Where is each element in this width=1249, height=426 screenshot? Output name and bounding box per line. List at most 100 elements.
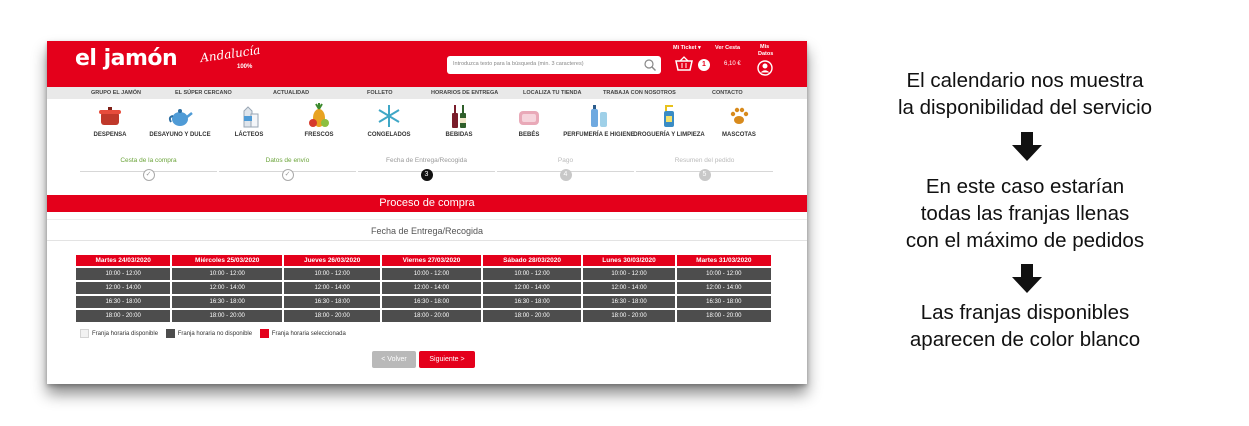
annotation-calendar: El calendario nos muestra la disponibili… <box>830 67 1220 121</box>
search-input[interactable]: Introduzca texto para la búsqueda (min. … <box>447 56 661 74</box>
legend-swatch <box>165 329 175 338</box>
bottles-icon <box>452 105 466 128</box>
time-slot-unavailable: 12:00 - 14:00 <box>676 282 771 294</box>
annotation-available-white: Las franjas disponibles aparecen de colo… <box>830 299 1220 353</box>
day-header: Sábado 28/03/2020 <box>482 255 582 266</box>
perfume-icon <box>591 105 607 127</box>
slot-row: 18:00 - 20:00 18:00 - 20:00 18:00 - 20:00 1… <box>76 310 771 322</box>
time-slot-unavailable: 16:30 - 18:00 <box>676 296 771 308</box>
process-title-bar: Proceso de compra <box>47 195 807 212</box>
nav-item-folleto[interactable]: FOLLETO <box>367 90 393 96</box>
step-pago: Pago 4 <box>497 157 634 181</box>
nav-item-grupo[interactable]: GRUPO EL JAMÓN <box>91 90 141 96</box>
slot-row: 10:00 - 12:00 10:00 - 12:00 10:00 - 12:00 1… <box>76 268 771 280</box>
user-icon[interactable] <box>757 60 773 76</box>
step-label: Pago <box>557 157 574 164</box>
milk-icon <box>243 106 259 128</box>
step-datos-envio[interactable]: Datos de envío ✓ <box>219 157 356 181</box>
paw-icon <box>730 107 749 124</box>
delivery-slot-calendar: Martes 24/03/2020 Miércoles 25/03/2020 Jue… <box>74 253 773 324</box>
step-number: 3 <box>420 169 433 181</box>
nav-item-actualidad[interactable]: ACTUALIDAD <box>273 90 309 96</box>
time-slot-unavailable: 18:00 - 20:00 <box>172 310 283 322</box>
nav-item-super-cercano[interactable]: EL SÚPER CERCANO <box>175 90 232 96</box>
teapot-icon <box>168 109 193 126</box>
day-header: Viernes 27/03/2020 <box>382 255 481 266</box>
annotation-line: En este caso estarían <box>925 175 1125 198</box>
category-label: MASCOTAS <box>722 132 756 138</box>
time-slot-unavailable: 18:00 - 20:00 <box>76 310 171 322</box>
time-slot-unavailable: 10:00 - 12:00 <box>172 268 283 280</box>
nav-item-localiza[interactable]: LOCALIZA TU TIENDA <box>523 90 581 96</box>
slot-row: 16:30 - 18:00 16:30 - 18:00 16:30 - 18:00 1… <box>76 296 771 308</box>
day-header: Jueves 26/03/2020 <box>284 255 381 266</box>
cleaning-icon <box>664 105 674 127</box>
time-slot-unavailable: 12:00 - 14:00 <box>284 282 381 294</box>
legend-swatch <box>259 329 269 338</box>
my-data-link-line2[interactable]: Datos <box>758 51 773 57</box>
annotation-line: aparecen de color blanco <box>909 328 1141 351</box>
time-slot-unavailable: 10:00 - 12:00 <box>382 268 481 280</box>
step-label: Cesta de la compra <box>120 157 177 164</box>
legend-label: Franja horaria seleccionada <box>271 331 346 338</box>
nav-item-horarios[interactable]: HORARIOS DE ENTREGA <box>431 90 498 96</box>
step-fecha-entrega: Fecha de Entrega/Recogida 3 <box>358 157 495 181</box>
top-navigation: GRUPO EL JAMÓN EL SÚPER CERCANO ACTUALID… <box>47 87 807 99</box>
cart-count-badge: 1 <box>698 59 710 71</box>
checkout-steps: Cesta de la compra ✓ Datos de envío ✓ Fe… <box>47 157 807 187</box>
slot-row: 12:00 - 14:00 12:00 - 14:00 12:00 - 14:00 1… <box>76 282 771 294</box>
logo-region: Andalucía <box>199 42 262 66</box>
fruit-icon <box>309 103 329 127</box>
search-icon[interactable] <box>643 58 657 72</box>
time-slot-unavailable: 10:00 - 12:00 <box>76 268 171 280</box>
snowflake-icon <box>378 105 400 127</box>
baby-icon <box>519 111 539 125</box>
legend-item-available: Franja horaria disponible <box>80 329 158 338</box>
day-header: Miércoles 25/03/2020 <box>172 255 283 266</box>
annotation-line: la disponibilidad del servicio <box>897 96 1153 119</box>
time-slot-unavailable: 12:00 - 14:00 <box>583 282 675 294</box>
time-slot-unavailable: 12:00 - 14:00 <box>76 282 171 294</box>
search-placeholder: Introduzca texto para la búsqueda (min. … <box>453 61 584 67</box>
step-number: 4 <box>559 169 572 181</box>
basket-icon[interactable] <box>675 56 693 72</box>
annotation-line: Las franjas disponibles <box>920 301 1130 324</box>
time-slot-unavailable: 16:30 - 18:00 <box>482 296 582 308</box>
time-slot-unavailable: 18:00 - 20:00 <box>583 310 675 322</box>
time-slot-unavailable: 12:00 - 14:00 <box>382 282 481 294</box>
time-slot-unavailable: 12:00 - 14:00 <box>482 282 582 294</box>
arrow-down-icon <box>1012 132 1042 161</box>
check-icon: ✓ <box>142 169 155 181</box>
step-label: Fecha de Entrega/Recogida <box>386 157 467 164</box>
day-header: Martes 31/03/2020 <box>676 255 771 266</box>
time-slot-unavailable: 16:30 - 18:00 <box>76 296 171 308</box>
time-slot-unavailable: 10:00 - 12:00 <box>482 268 582 280</box>
category-mascotas[interactable]: MASCOTAS <box>694 103 784 139</box>
arrow-down-icon <box>1012 264 1042 293</box>
annotation-line: con el máximo de pedidos <box>905 229 1145 252</box>
annotation-full-slots: En este caso estarían todas las franjas … <box>830 173 1220 254</box>
time-slot-unavailable: 18:00 - 20:00 <box>676 310 771 322</box>
view-cart-link[interactable]: Ver Cesta <box>715 45 740 51</box>
legend-item-unavailable: Franja horaria no disponible <box>165 329 252 338</box>
category-bar: DESPENSA DESAYUNO Y DULCE LÁCTEOS FRESCO… <box>47 103 807 153</box>
step-number: 5 <box>698 169 711 181</box>
my-ticket-link[interactable]: Mi Ticket ▾ <box>673 45 701 51</box>
site-logo[interactable]: el jamón <box>75 46 178 71</box>
section-title: Fecha de Entrega/Recogida <box>47 219 807 241</box>
my-data-link-line1[interactable]: Mis <box>760 44 769 50</box>
cart-total: 6,10 € <box>724 61 741 67</box>
step-cesta[interactable]: Cesta de la compra ✓ <box>80 157 217 181</box>
time-slot-unavailable: 16:30 - 18:00 <box>583 296 675 308</box>
back-button[interactable]: < Volver <box>372 351 416 368</box>
nav-item-trabaja[interactable]: TRABAJA CON NOSOTROS <box>603 90 676 96</box>
time-slot-unavailable: 10:00 - 12:00 <box>284 268 381 280</box>
next-button[interactable]: Siguiente > <box>419 351 475 368</box>
time-slot-unavailable: 18:00 - 20:00 <box>482 310 582 322</box>
nav-item-contacto[interactable]: CONTACTO <box>712 90 743 96</box>
annotation-line: todas las franjas llenas <box>920 202 1130 225</box>
check-icon: ✓ <box>281 169 294 181</box>
time-slot-unavailable: 18:00 - 20:00 <box>382 310 481 322</box>
site-header: el jamón Andalucía 100% Introduzca texto… <box>47 41 807 87</box>
time-slot-unavailable: 10:00 - 12:00 <box>583 268 675 280</box>
